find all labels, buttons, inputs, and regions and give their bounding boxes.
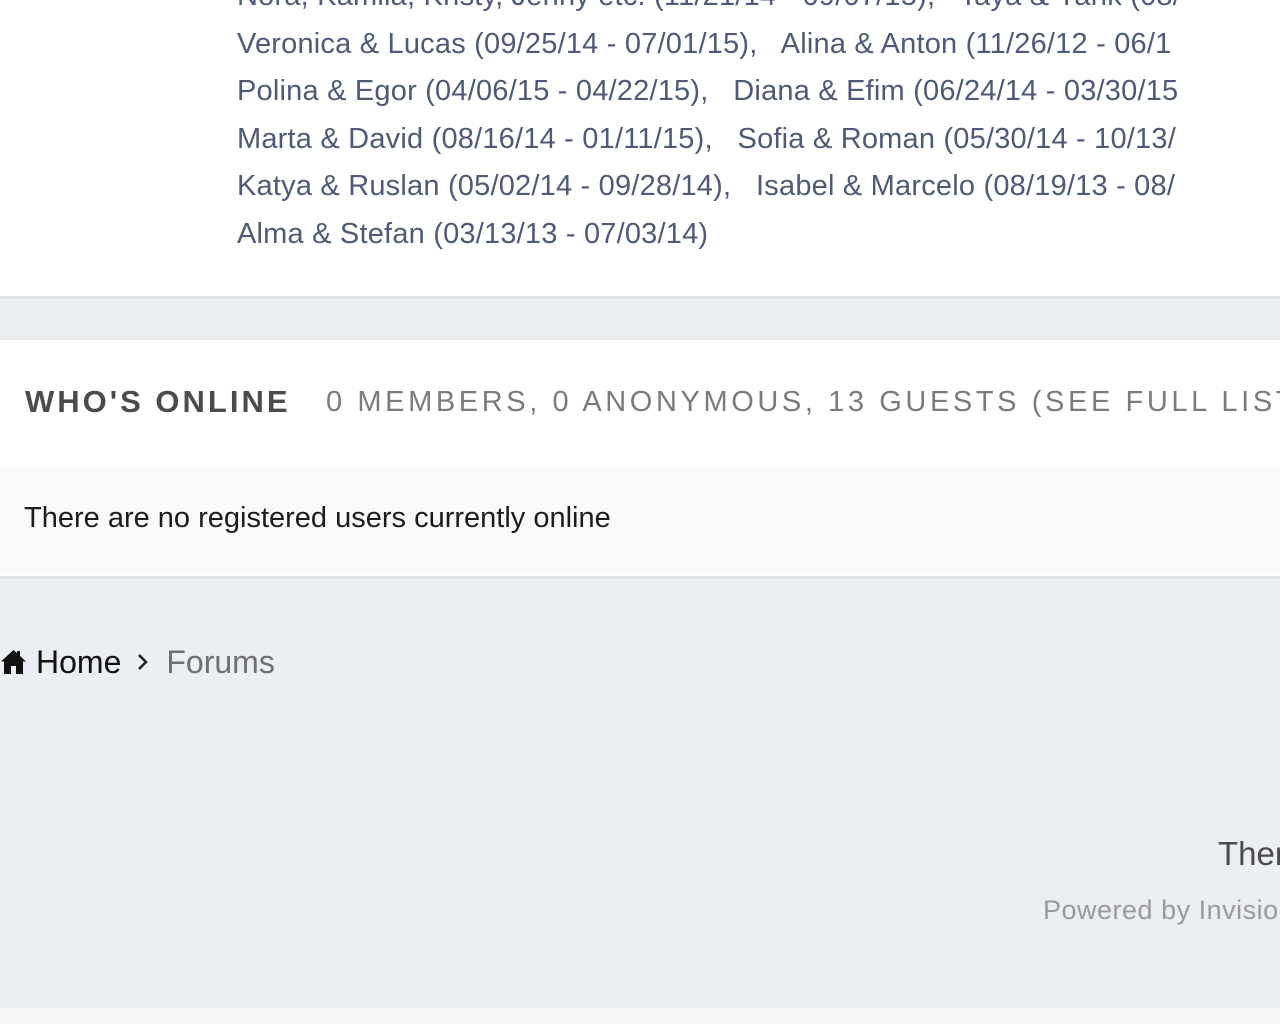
no-users-message: There are no registered users currently … <box>24 502 611 534</box>
couples-row: Marta & David (08/16/14 - 01/11/15), Sof… <box>237 116 1280 164</box>
couples-row: Polina & Egor (04/06/15 - 04/22/15), Dia… <box>237 68 1280 116</box>
whos-online-body: There are no registered users currently … <box>0 467 1280 573</box>
see-full-list-link[interactable]: (See full list) <box>1032 386 1280 418</box>
breadcrumb-current: Forums <box>166 643 275 680</box>
whos-online-counts: 0 members, 0 anonymous, 13 guests <box>326 386 1021 418</box>
couple-separator: , <box>723 170 757 202</box>
couples-panel: Nora, Kamila, Kristy, Jenny etc. (11/21/… <box>0 0 1280 299</box>
couple-link[interactable]: Sofia & Roman (05/30/14 - 10/13/ <box>738 123 1176 155</box>
couple-link[interactable]: Taya & Yarik (08/ <box>959 0 1181 12</box>
couples-row: Veronica & Lucas (09/25/14 - 07/01/15), … <box>237 21 1280 69</box>
couple-separator: , <box>704 122 738 155</box>
couple-separator: , <box>749 27 781 60</box>
couple-link[interactable]: Isabel & Marcelo (08/19/13 - 08/ <box>756 170 1175 202</box>
couple-link[interactable]: Katya & Ruslan (05/02/14 - 09/28/14) <box>237 170 723 202</box>
couple-link[interactable]: Veronica & Lucas (09/25/14 - 07/01/15) <box>237 28 749 60</box>
couple-link[interactable]: Alma & Stefan (03/13/13 - 07/03/14) <box>237 218 708 250</box>
whos-online-stats: 0 members, 0 anonymous, 13 guests (See f… <box>326 386 1280 419</box>
home-icon[interactable] <box>0 649 27 675</box>
breadcrumb: Home Forums <box>0 640 275 684</box>
couples-row: Nora, Kamila, Kristy, Jenny etc. (11/21/… <box>237 0 1280 21</box>
powered-by-text[interactable]: Powered by Invisio <box>1043 895 1279 926</box>
couples-row: Alma & Stefan (03/13/13 - 07/03/14) <box>237 211 1280 259</box>
chevron-right-icon <box>138 654 149 670</box>
whos-online-title: Who's Online <box>25 384 291 419</box>
whos-online-panel: Who's Online 0 members, 0 anonymous, 13 … <box>0 337 1280 579</box>
bottom-strip <box>0 1008 1280 1024</box>
theme-selector-link[interactable]: Ther <box>1218 835 1280 873</box>
couple-separator: , <box>700 75 734 107</box>
couple-link[interactable]: Nora, Kamila, Kristy, Jenny etc. (11/21/… <box>237 0 927 12</box>
whos-online-header: Who's Online 0 members, 0 anonymous, 13 … <box>0 340 1280 467</box>
couple-link[interactable]: Alina & Anton (11/26/12 - 06/1 <box>781 28 1172 60</box>
couples-row: Katya & Ruslan (05/02/14 - 09/28/14), Is… <box>237 163 1280 211</box>
couple-link[interactable]: Polina & Egor (04/06/15 - 04/22/15) <box>237 75 700 107</box>
breadcrumb-home-link[interactable]: Home <box>36 644 121 681</box>
couples-list: Nora, Kamila, Kristy, Jenny etc. (11/21/… <box>237 0 1280 258</box>
couple-link[interactable]: Marta & David (08/16/14 - 01/11/15) <box>237 123 705 155</box>
couple-separator: , <box>927 0 960 12</box>
couple-link[interactable]: Diana & Efim (06/24/14 - 03/30/15 <box>733 75 1178 107</box>
